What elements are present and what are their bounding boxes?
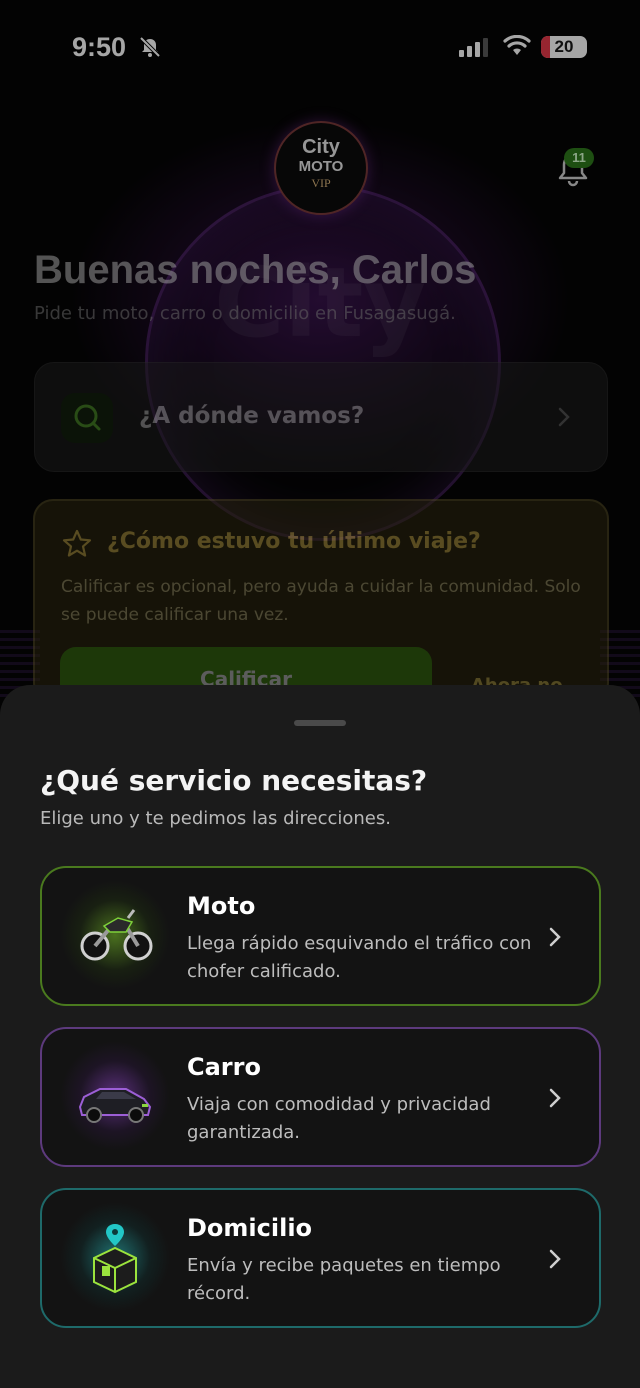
chevron-right-icon — [549, 927, 561, 947]
service-bottom-sheet: ¿Qué servicio necesitas? Elige uno y te … — [0, 685, 640, 1388]
service-name: Moto — [187, 892, 256, 920]
sheet-subtitle: Elige uno y te pedimos las direcciones. — [40, 808, 391, 829]
service-option-domicilio[interactable]: Domicilio Envía y recibe paquetes en tie… — [40, 1188, 601, 1328]
chevron-right-icon — [549, 1088, 561, 1108]
service-description: Envía y recibe paquetes en tiempo récord… — [187, 1255, 501, 1304]
chevron-right-icon — [549, 1249, 561, 1269]
service-option-moto[interactable]: Moto Llega rápido esquivando el tráfico … — [40, 866, 601, 1006]
service-name: Carro — [187, 1053, 261, 1081]
service-description: Llega rápido esquivando el tráfico con c… — [187, 933, 532, 982]
service-option-carro[interactable]: Carro Viaja con comodidad y privacidad g… — [40, 1027, 601, 1167]
package-icon — [60, 1202, 170, 1312]
sheet-title: ¿Qué servicio necesitas? — [40, 764, 428, 797]
service-description: Viaja con comodidad y privacidad garanti… — [187, 1094, 491, 1143]
sheet-drag-handle[interactable] — [294, 720, 346, 726]
service-name: Domicilio — [187, 1214, 313, 1242]
car-icon — [60, 1041, 170, 1151]
motorcycle-icon — [60, 880, 170, 990]
